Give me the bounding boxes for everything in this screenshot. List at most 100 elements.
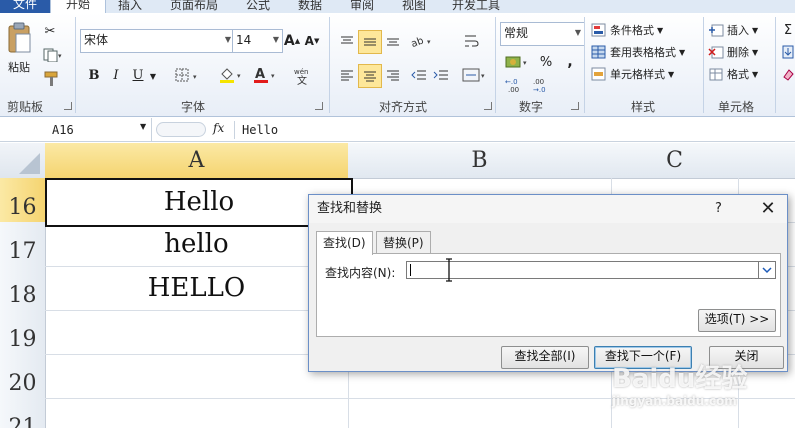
select-all-corner[interactable] (0, 143, 46, 179)
tab-view[interactable]: 视图 (402, 0, 426, 13)
group-divider (584, 17, 585, 113)
increase-decimal-icon[interactable]: ←.0.00 (502, 74, 528, 96)
wrap-text-icon[interactable] (460, 30, 484, 52)
chevron-down-icon: ▼ (752, 25, 759, 35)
clear-icon[interactable] (779, 63, 795, 85)
row-header-20[interactable]: 20 (0, 354, 46, 399)
cell-b21[interactable] (348, 398, 612, 428)
row-header-18[interactable]: 18 (0, 266, 46, 311)
insert-cells-label: 插入 (727, 24, 749, 37)
merge-center-icon[interactable]: ▾ (460, 64, 490, 86)
text-cursor-icon (446, 258, 452, 282)
row-header-17[interactable]: 17 (0, 222, 46, 267)
format-as-table-button[interactable]: 套用表格格式 ▼ (590, 41, 700, 63)
tab-developer[interactable]: 开发工具 (452, 0, 500, 13)
group-divider (495, 17, 496, 113)
find-all-button[interactable]: 查找全部(I) (501, 346, 589, 369)
column-header-b[interactable]: B (348, 143, 612, 179)
tab-replace[interactable]: 替换(P) (376, 231, 431, 254)
chevron-down-icon: ▼ (752, 69, 759, 79)
name-box[interactable]: A16 (0, 118, 152, 142)
cell-a19[interactable] (45, 310, 349, 355)
accounting-format-icon[interactable]: ▾ (502, 51, 534, 73)
chevron-down-icon[interactable]: ▼ (140, 122, 146, 131)
alignment-launcher-icon[interactable] (484, 102, 492, 110)
find-what-input[interactable] (406, 261, 776, 279)
chevron-down-icon[interactable]: ▼ (147, 68, 159, 84)
formula-bar-resize-handle[interactable] (156, 122, 206, 137)
orientation-icon[interactable]: ab ▾ (408, 30, 438, 52)
font-launcher-icon[interactable] (315, 102, 323, 110)
ribbon-tab-bar: 文件 开始 插入 页面布局 公式 数据 审阅 视图 开发工具 (0, 0, 795, 13)
paste-icon[interactable] (3, 19, 35, 57)
tab-page-layout[interactable]: 页面布局 (170, 0, 218, 13)
chevron-down-icon: ▼ (752, 47, 759, 57)
conditional-formatting-button[interactable]: 条件格式 ▼ (590, 19, 688, 41)
cell-a17[interactable]: hello (45, 222, 349, 267)
align-bottom-icon[interactable] (382, 30, 404, 52)
number-launcher-icon[interactable] (571, 102, 579, 110)
grow-font-icon[interactable]: A ▲ (282, 30, 302, 52)
decrease-indent-icon[interactable] (408, 64, 430, 86)
font-size-value: 14 (236, 33, 252, 47)
decrease-decimal-icon[interactable]: .00 →.0 (530, 74, 556, 96)
align-right-icon[interactable] (382, 64, 404, 86)
column-header-c[interactable]: C (611, 143, 739, 179)
phonetic-guide-icon[interactable]: wén 文 (290, 64, 318, 88)
format-cells-button[interactable]: 格式 ▼ (707, 63, 771, 85)
italic-button[interactable]: I (106, 64, 126, 86)
options-button[interactable]: 选项(T) >> (698, 309, 776, 332)
cell-a16[interactable]: Hello (45, 178, 353, 227)
insert-cells-button[interactable]: 插入 ▼ (707, 19, 771, 41)
formula-input[interactable]: Hello (242, 118, 278, 142)
tab-home[interactable]: 开始 (50, 0, 106, 13)
row-header-19[interactable]: 19 (0, 310, 46, 355)
tab-formulas[interactable]: 公式 (246, 0, 270, 13)
tab-review[interactable]: 审阅 (350, 0, 374, 13)
cell-a20[interactable] (45, 354, 349, 399)
delete-cells-button[interactable]: 删除 ▼ (707, 41, 771, 63)
cell-a21[interactable] (45, 398, 349, 428)
increase-indent-icon[interactable] (430, 64, 452, 86)
borders-icon[interactable]: ▾ (172, 64, 204, 86)
align-middle-icon[interactable] (358, 30, 382, 54)
help-icon[interactable]: ? (715, 195, 722, 223)
insert-function-icon[interactable]: fx (213, 121, 224, 135)
fill-icon[interactable] (779, 41, 795, 63)
tab-find[interactable]: 查找(D) (316, 231, 373, 255)
row-header-21[interactable]: 21 (0, 398, 46, 428)
clipboard-launcher-icon[interactable] (64, 102, 72, 110)
format-icon (709, 68, 723, 81)
column-header-d[interactable] (738, 143, 795, 179)
align-top-icon[interactable] (336, 30, 358, 52)
chevron-down-icon[interactable] (758, 262, 775, 278)
cut-icon[interactable]: ✂ (40, 21, 60, 41)
shrink-font-icon[interactable]: A ▼ (302, 30, 322, 52)
row-header-16[interactable]: 16 (0, 178, 46, 223)
autosum-icon[interactable]: Σ (779, 19, 795, 41)
align-left-icon[interactable] (336, 64, 358, 86)
underline-button[interactable]: U (128, 64, 148, 86)
format-painter-icon[interactable] (40, 69, 62, 89)
tab-insert[interactable]: 插入 (118, 0, 142, 13)
fill-color-icon[interactable]: ▾ (216, 64, 248, 86)
chevron-down-icon: ▼ (657, 25, 664, 35)
find-what-label: 查找内容(N): (325, 266, 396, 280)
cell-a18[interactable]: HELLO (45, 266, 349, 311)
number-format-select[interactable]: 常规 ▼ (500, 22, 585, 46)
paste-button[interactable]: 粘贴 (2, 57, 36, 77)
tab-data[interactable]: 数据 (298, 0, 322, 13)
bold-button[interactable]: B (84, 64, 104, 86)
font-name-select[interactable]: 宋体 ▼ (80, 29, 235, 53)
font-size-select[interactable]: 14 ▼ (232, 29, 283, 53)
align-center-icon[interactable] (358, 64, 382, 88)
comma-style-button[interactable]: , (560, 51, 580, 73)
cell-styles-button[interactable]: 单元格样式 ▼ (590, 63, 688, 85)
copy-icon[interactable]: ▾ (40, 45, 66, 65)
column-header-a[interactable]: A (45, 143, 349, 180)
cell-d21[interactable] (738, 398, 795, 428)
close-icon[interactable]: ✕ (755, 195, 781, 223)
percent-button[interactable]: % (536, 51, 556, 73)
tab-file[interactable]: 文件 (0, 0, 50, 13)
font-color-icon[interactable]: A ▾ (250, 64, 282, 86)
